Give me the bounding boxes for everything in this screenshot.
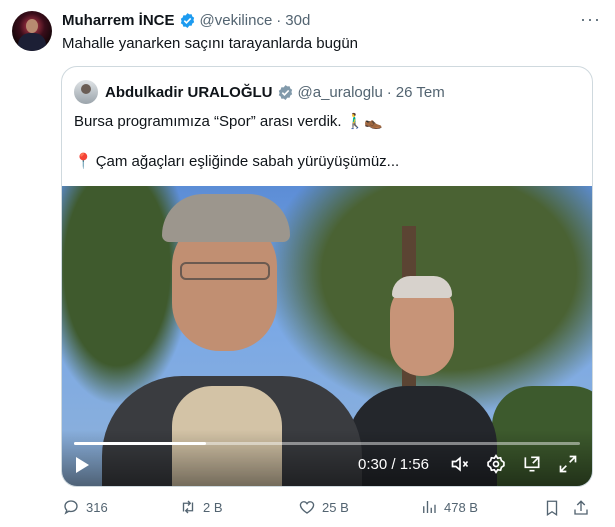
views-bar-chart-icon (423, 501, 436, 513)
tweet-actions: 316 2 B 25 B 478 B (62, 498, 602, 520)
video-progress-bar[interactable] (74, 442, 580, 445)
quoted-tweet-line2-text: Çam ağaçları eşliğinde sabah yürüyüşümüz… (95, 153, 400, 170)
quoted-header-separator: · (386, 83, 392, 101)
round-pushpin-icon: 📍 (74, 153, 93, 170)
video-progress-fill (74, 442, 206, 445)
quoted-tweet[interactable]: Abdulkadir URALOĞLU @a_uraloglu · 26 Tem… (61, 66, 593, 487)
heart-icon (299, 501, 315, 514)
video-controls: 0:30 / 1:56 (62, 430, 592, 486)
video-time: 0:30 / 1:56 (358, 456, 429, 473)
bookmark-icon[interactable] (543, 499, 561, 517)
tweet-header: Muharrem İNCE @vekilince · 30d (62, 10, 575, 30)
quoted-author-name[interactable]: Abdulkadir URALOĞLU (105, 84, 273, 101)
tweet[interactable]: Muharrem İNCE @vekilince · 30d ··· Mahal… (0, 0, 615, 527)
reply-count: 316 (86, 499, 108, 515)
video-duration: 1:56 (399, 456, 429, 473)
share-icon[interactable] (572, 499, 590, 517)
author-avatar[interactable] (12, 11, 52, 51)
tweet-text: Mahalle yanarken saçını tarayanlarda bug… (62, 35, 359, 52)
quoted-author-handle[interactable]: @a_uraloglu (298, 84, 383, 101)
verified-badge-icon (278, 84, 292, 100)
repost-button[interactable]: 2 B (179, 498, 223, 516)
reply-icon (64, 500, 78, 515)
mute-icon[interactable] (450, 454, 470, 474)
video-time-separator: / (391, 456, 396, 473)
reply-button[interactable]: 316 (62, 498, 108, 516)
play-icon[interactable] (76, 457, 89, 473)
views-button[interactable]: 478 B (420, 498, 478, 516)
pip-icon[interactable] (522, 454, 542, 474)
repost-count: 2 B (203, 499, 223, 515)
like-button[interactable]: 25 B (298, 498, 349, 516)
quoted-tweet-text-line1: Bursa programımıza “Spor” arası verdik. … (74, 113, 384, 130)
quoted-tweet-time[interactable]: 26 Tem (396, 84, 445, 101)
quoted-tweet-header: Abdulkadir URALOĞLU @a_uraloglu · 26 Tem (74, 80, 445, 104)
settings-icon[interactable] (486, 454, 506, 474)
quoted-author-avatar[interactable] (74, 80, 98, 104)
header-separator: · (276, 11, 282, 29)
repost-icon (182, 500, 194, 514)
tweet-time[interactable]: 30d (285, 12, 310, 29)
video-current-time: 0:30 (358, 456, 388, 473)
author-name[interactable]: Muharrem İNCE (62, 12, 175, 29)
like-count: 25 B (322, 499, 349, 515)
quoted-tweet-text-line2: 📍 Çam ağaçları eşliğinde sabah yürüyüşümü… (74, 152, 399, 170)
more-options-button[interactable]: ··· (580, 9, 601, 30)
author-handle[interactable]: @vekilince (200, 12, 273, 29)
fullscreen-icon[interactable] (558, 454, 578, 474)
verified-badge-icon (180, 12, 194, 28)
view-count: 478 B (444, 499, 478, 515)
video-player[interactable]: 0:30 / 1:56 (62, 186, 592, 486)
